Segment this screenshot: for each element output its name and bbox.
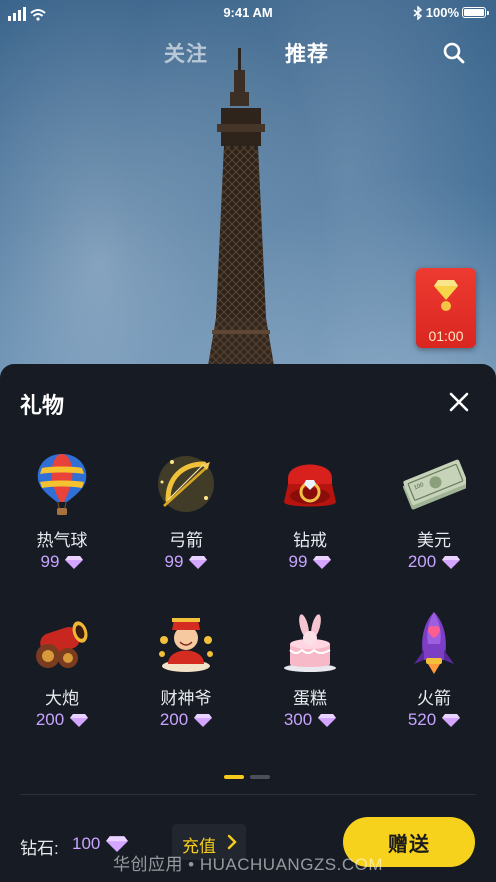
- gift-price-value: 200: [407, 552, 437, 571]
- panel-title: 礼物: [20, 393, 65, 418]
- gift-price: 99: [0, 552, 124, 572]
- cannon-icon: [36, 621, 88, 668]
- gift-name: 火箭: [417, 689, 451, 708]
- gift-price: 200: [0, 710, 124, 730]
- gift-price-value: 200: [159, 710, 189, 729]
- red-packet-icon: [434, 280, 458, 300]
- diamond-icon: [65, 556, 84, 569]
- close-icon[interactable]: [448, 391, 470, 413]
- gift-item[interactable]: 100 美元 200: [372, 452, 496, 602]
- god-of-wealth-icon: [159, 618, 213, 672]
- gift-item[interactable]: 大炮 200: [0, 610, 124, 760]
- gift-item[interactable]: 热气球 99: [0, 452, 124, 602]
- gift-price-value: 99: [288, 552, 308, 571]
- gift-price-value: 99: [164, 552, 184, 571]
- gift-name: 钻戒: [293, 531, 327, 550]
- battery-icon: [462, 7, 489, 18]
- gift-item[interactable]: 蛋糕 300: [248, 610, 372, 760]
- gift-panel: 礼物 热气球 99 弓箭 99 钻戒 99 100 美元 200 大炮 200 …: [0, 364, 496, 882]
- diamond-icon: [70, 714, 89, 727]
- status-right: 100%: [413, 5, 489, 20]
- battery-percent: 100%: [425, 5, 459, 20]
- gift-price-value: 99: [40, 552, 60, 571]
- gift-name: 弓箭: [169, 531, 203, 550]
- divider: [20, 794, 476, 795]
- diamond-icon: [442, 556, 461, 569]
- gift-price-value: 300: [283, 710, 313, 729]
- gift-price-value: 520: [407, 710, 437, 729]
- bluetooth-icon: [413, 5, 422, 20]
- diamond-ring-icon: [284, 464, 336, 507]
- gift-name: 蛋糕: [293, 689, 327, 708]
- gift-price: 300: [248, 710, 372, 730]
- tab-follow[interactable]: 关注: [164, 38, 208, 68]
- gift-price-value: 200: [35, 710, 65, 729]
- status-bar: 9:41 AM 100%: [0, 0, 496, 26]
- search-icon[interactable]: [442, 41, 466, 65]
- diamond-icon: [318, 714, 337, 727]
- chevron-right-icon: [227, 834, 237, 850]
- top-nav: 关注 推荐: [0, 38, 496, 70]
- rocket-icon: [414, 612, 454, 674]
- gift-name: 美元: [417, 531, 451, 550]
- dollar-bills-icon: 100: [403, 459, 466, 510]
- gift-price: 99: [248, 552, 372, 572]
- cake-icon: [284, 614, 336, 672]
- diamond-icon: [313, 556, 332, 569]
- gift-item[interactable]: 钻戒 99: [248, 452, 372, 602]
- gift-name: 财神爷: [160, 689, 212, 708]
- diamond-icon: [194, 714, 213, 727]
- page-indicator: [224, 775, 270, 779]
- gift-price: 200: [124, 710, 248, 730]
- coin-icon: [441, 301, 451, 311]
- gift-item[interactable]: 火箭 520: [372, 610, 496, 760]
- gift-price: 200: [372, 552, 496, 572]
- gift-price: 520: [372, 710, 496, 730]
- hot-air-balloon-icon: [37, 454, 87, 515]
- gift-name: 热气球: [36, 531, 88, 550]
- diamond-icon: [442, 714, 461, 727]
- gift-price: 99: [124, 552, 248, 572]
- red-packet-button[interactable]: 01:00: [416, 268, 476, 348]
- bow-arrow-icon: [158, 456, 214, 512]
- red-packet-timer: 01:00: [428, 328, 464, 344]
- diamond-icon: [189, 556, 208, 569]
- gift-name: 大炮: [45, 689, 79, 708]
- watermark: 华创应用 • HUACHUANGZS.COM: [112, 855, 384, 874]
- gift-item[interactable]: 财神爷 200: [124, 610, 248, 760]
- gift-item[interactable]: 弓箭 99: [124, 452, 248, 602]
- page-dot[interactable]: [250, 775, 270, 779]
- tab-recommend[interactable]: 推荐: [285, 38, 329, 68]
- page-dot-active[interactable]: [224, 775, 244, 779]
